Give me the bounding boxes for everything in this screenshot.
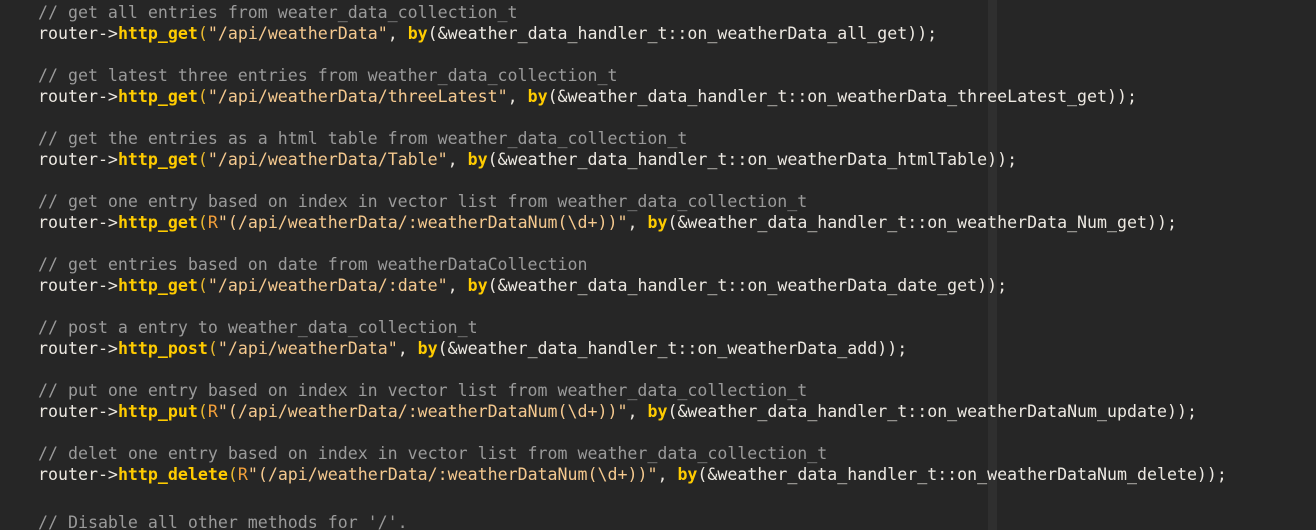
open-paren: ( (197, 24, 208, 43)
by-keyword: by (677, 465, 698, 484)
code-route-line: router->http_put(R"(/api/weatherData/:we… (38, 401, 1227, 422)
code-area[interactable]: // get all entries from weater_data_coll… (38, 2, 1227, 530)
route-method: http_get (117, 87, 198, 106)
code-route-line: router->http_get("/api/weatherData/three… (38, 86, 1227, 107)
handler-args: (&weather_data_handler_t::on_weatherData… (697, 465, 1227, 484)
open-paren: ( (197, 276, 208, 295)
code-comment-line: // get latest three entries from weather… (38, 66, 618, 85)
by-keyword: by (647, 402, 668, 421)
code-comment-line: // Disable all other methods for '/'. (38, 513, 408, 530)
by-keyword: by (407, 24, 428, 43)
open-paren: ( (197, 150, 208, 169)
route-path-string: "/api/weatherData/:date" (207, 276, 448, 295)
route-path-string: "(/api/weatherData/:weatherDataNum(\d+))… (217, 213, 628, 232)
handler-args: (&weather_data_handler_t::on_weatherData… (547, 87, 1137, 106)
route-method: http_post (117, 339, 208, 358)
code-comment-line: // delet one entry based on index in vec… (38, 444, 828, 463)
open-paren: ( (197, 213, 208, 232)
by-keyword: by (467, 150, 488, 169)
route-method: http_delete (117, 465, 228, 484)
route-path-string: "/api/weatherData/Table" (207, 150, 448, 169)
separator: , (447, 150, 468, 169)
route-object: router-> (38, 87, 118, 106)
raw-string-prefix: R (237, 465, 248, 484)
code-route-line: router->http_get("/api/weatherData", by(… (38, 23, 1227, 44)
code-route-line: router->http_get("/api/weatherData/:date… (38, 275, 1227, 296)
route-object: router-> (38, 150, 118, 169)
open-paren: ( (197, 87, 208, 106)
handler-args: (&weather_data_handler_t::on_weatherData… (667, 402, 1197, 421)
code-editor[interactable]: // get all entries from weater_data_coll… (0, 0, 1316, 530)
route-path-string: "/api/weatherData" (207, 24, 388, 43)
handler-args: (&weather_data_handler_t::on_weatherData… (437, 339, 908, 358)
code-route-line: router->http_get("/api/weatherData/Table… (38, 149, 1227, 170)
handler-args: (&weather_data_handler_t::on_weatherData… (427, 24, 938, 43)
code-comment-line: // get one entry based on index in vecto… (38, 192, 808, 211)
code-route-line: router->http_get(R"(/api/weatherData/:we… (38, 212, 1227, 233)
separator: , (627, 402, 648, 421)
route-object: router-> (38, 276, 118, 295)
route-path-string: "/api/weatherData" (217, 339, 398, 358)
handler-args: (&weather_data_handler_t::on_weatherData… (487, 150, 1018, 169)
route-path-string: "/api/weatherData/threeLatest" (207, 87, 508, 106)
by-keyword: by (417, 339, 438, 358)
code-comment-line: // get all entries from weater_data_coll… (38, 3, 518, 22)
by-keyword: by (527, 87, 548, 106)
open-paren: ( (207, 339, 218, 358)
separator: , (507, 87, 528, 106)
route-object: router-> (38, 213, 118, 232)
raw-string-prefix: R (207, 402, 218, 421)
separator: , (657, 465, 678, 484)
route-object: router-> (38, 465, 118, 484)
separator: , (627, 213, 648, 232)
route-object: router-> (38, 24, 118, 43)
route-method: http_get (117, 276, 198, 295)
code-route-line: router->http_post("/api/weatherData", by… (38, 338, 1227, 359)
open-paren: ( (227, 465, 238, 484)
route-path-string: "(/api/weatherData/:weatherDataNum(\d+))… (217, 402, 628, 421)
separator: , (387, 24, 408, 43)
code-comment-line: // post a entry to weather_data_collecti… (38, 318, 478, 337)
route-object: router-> (38, 402, 118, 421)
route-method: http_get (117, 150, 198, 169)
by-keyword: by (647, 213, 668, 232)
route-method: http_put (117, 402, 198, 421)
route-method: http_get (117, 213, 198, 232)
separator: , (397, 339, 418, 358)
separator: , (447, 276, 468, 295)
route-method: http_get (117, 24, 198, 43)
code-route-line: router->http_delete(R"(/api/weatherData/… (38, 464, 1227, 485)
code-comment-line: // get the entries as a html table from … (38, 129, 688, 148)
handler-args: (&weather_data_handler_t::on_weatherData… (667, 213, 1177, 232)
handler-args: (&weather_data_handler_t::on_weatherData… (487, 276, 1008, 295)
open-paren: ( (197, 402, 208, 421)
by-keyword: by (467, 276, 488, 295)
route-object: router-> (38, 339, 118, 358)
route-path-string: "(/api/weatherData/:weatherDataNum(\d+))… (247, 465, 658, 484)
code-comment-line: // get entries based on date from weathe… (38, 255, 588, 274)
raw-string-prefix: R (207, 213, 218, 232)
code-comment-line: // put one entry based on index in vecto… (38, 381, 808, 400)
